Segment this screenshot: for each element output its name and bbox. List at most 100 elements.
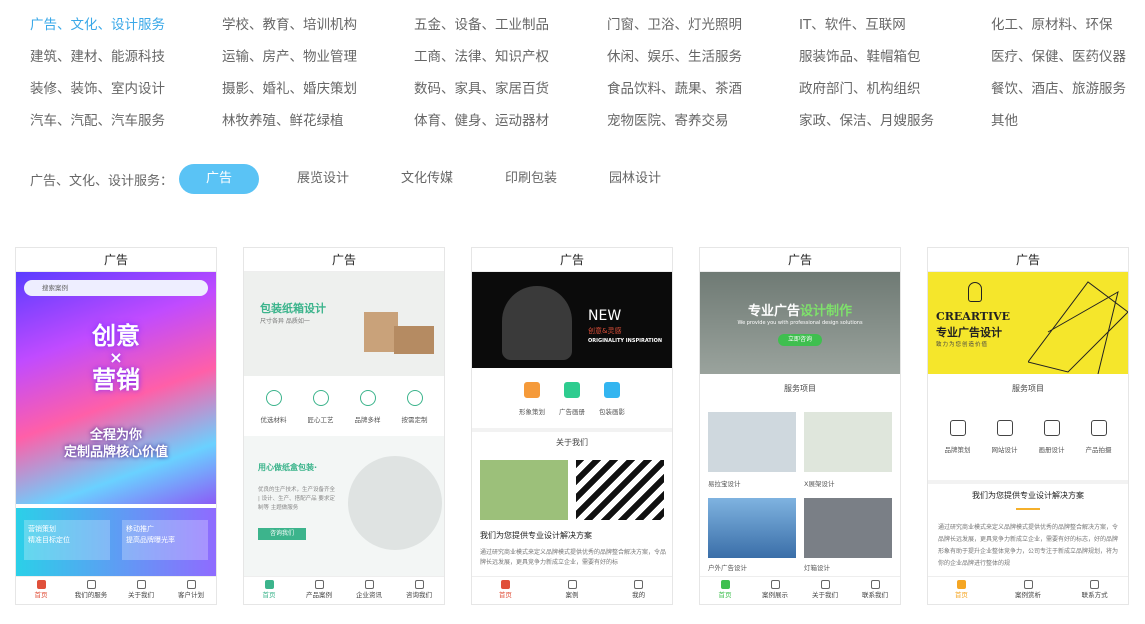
category-link[interactable]: 装修、装饰、室内设计 bbox=[30, 79, 222, 99]
tab-home[interactable]: 首页 bbox=[472, 577, 539, 604]
consult-button[interactable]: 立即咨询 bbox=[778, 334, 822, 346]
card-preview: CREARTIVE 专业广告设计 致力为您创造价值 服务项目 品牌策划 网站设计… bbox=[928, 272, 1128, 576]
grid-icon bbox=[1023, 580, 1033, 589]
hero-subtitle: 尺寸各异 品质如一 bbox=[260, 318, 310, 325]
template-card-2[interactable]: 广告 包装纸箱设计 尺寸各异 品质如一 优选材料 匠心工艺 品牌多样 按需定制 … bbox=[243, 247, 445, 605]
category-link[interactable]: 政府部门、机构组织 bbox=[799, 79, 991, 99]
card-title: 广告 bbox=[16, 248, 216, 272]
card-preview: 专业广告设计制作 We provide you with professiona… bbox=[700, 272, 900, 576]
template-card-5[interactable]: 广告 CREARTIVE 专业广告设计 致力为您创造价值 服务项目 品牌策划 网… bbox=[927, 247, 1129, 605]
tab-contact[interactable]: 联系我们 bbox=[850, 577, 900, 604]
subtab-print-packaging[interactable]: 印刷包装 bbox=[479, 164, 583, 194]
tab-label: 联系我们 bbox=[862, 591, 888, 599]
category-link[interactable]: 五金、设备、工业制品 bbox=[414, 15, 607, 35]
feature-album[interactable]: 画册设计 bbox=[1039, 420, 1065, 454]
subtab-culture-media[interactable]: 文化传媒 bbox=[375, 164, 479, 194]
category-link[interactable]: 汽车、汽配、汽车服务 bbox=[30, 111, 222, 131]
category-link[interactable]: 宠物医院、寄养交易 bbox=[607, 111, 799, 131]
promo-section: 用心做纸盒包装· 优良的生产技术，生产设备齐全 | 设计、生产、搭配产品 要求定… bbox=[244, 436, 444, 576]
template-card-4[interactable]: 广告 专业广告设计制作 We provide you with professi… bbox=[699, 247, 901, 605]
box-marketing-title: 营销策划 bbox=[28, 525, 56, 533]
hero-slogan-1: 全程为你 bbox=[89, 428, 142, 443]
category-link[interactable]: 摄影、婚礼、婚庆策划 bbox=[222, 79, 414, 99]
tab-label: 我的 bbox=[632, 591, 646, 599]
category-link[interactable]: 学校、教育、培训机构 bbox=[222, 15, 414, 35]
feature-brochure[interactable]: 广告画册 bbox=[559, 382, 585, 416]
tab-cases[interactable]: 案例 bbox=[539, 577, 606, 604]
tab-services[interactable]: 我们的服务 bbox=[66, 577, 116, 604]
feature-craft[interactable]: 匠心工艺 bbox=[308, 390, 334, 424]
feature-image-plan[interactable]: 形象策划 bbox=[519, 382, 545, 416]
feature-packaging[interactable]: 包装画影 bbox=[599, 382, 625, 416]
search-input[interactable]: 搜索案例 bbox=[24, 280, 208, 296]
geometric-lines-image bbox=[1028, 281, 1128, 374]
category-link[interactable]: 食品饮料、蔬果、茶酒 bbox=[607, 79, 799, 99]
tab-home[interactable]: 首页 bbox=[244, 577, 294, 604]
tab-clients[interactable]: 客户计划 bbox=[166, 577, 216, 604]
feature-material[interactable]: 优选材料 bbox=[261, 390, 287, 424]
grid-icon bbox=[770, 580, 780, 589]
tab-cases[interactable]: 案例赏析 bbox=[995, 577, 1062, 604]
template-card-1[interactable]: 广告 搜索案例 创意 × 营销 全程为你 定制品牌核心价值 营销策划 精准目标定… bbox=[15, 247, 217, 605]
tab-contact[interactable]: 联系方式 bbox=[1061, 577, 1128, 604]
category-link[interactable]: 广告、文化、设计服务 bbox=[30, 15, 222, 35]
feature-label: 包装画影 bbox=[599, 408, 625, 416]
box-marketing[interactable]: 营销策划 精准目标定位 bbox=[24, 520, 110, 560]
box-image bbox=[394, 326, 434, 354]
category-link[interactable]: 化工、原材料、环保 bbox=[991, 15, 1145, 35]
tab-cases[interactable]: 产品案例 bbox=[294, 577, 344, 604]
tab-home[interactable]: 首页 bbox=[16, 577, 66, 604]
template-card-3[interactable]: 广告 NEW 创意&灵感 ORIGINALITY INSPIRATION 形象策… bbox=[471, 247, 673, 605]
box-mobile[interactable]: 移动推广 提高品牌曝光率 bbox=[122, 520, 208, 560]
item-label: 易拉宝设计 bbox=[708, 480, 741, 488]
feature-custom[interactable]: 按需定制 bbox=[402, 390, 428, 424]
subtab-garden-design[interactable]: 园林设计 bbox=[583, 164, 687, 194]
feature-label: 匠心工艺 bbox=[307, 416, 334, 424]
item-label: 灯箱设计 bbox=[804, 564, 830, 572]
portrait-image bbox=[502, 286, 572, 360]
book-icon bbox=[1043, 420, 1060, 436]
service-boxes: 营销策划 精准目标定位 移动推广 提高品牌曝光率 bbox=[16, 508, 216, 576]
subtab-advertising[interactable]: 广告 bbox=[179, 164, 260, 194]
card-title: 广告 bbox=[472, 248, 672, 272]
category-link[interactable]: IT、软件、互联网 bbox=[799, 15, 991, 35]
tab-news[interactable]: 企业资讯 bbox=[344, 577, 394, 604]
category-link[interactable]: 数码、家具、家居百货 bbox=[414, 79, 607, 99]
feature-photo[interactable]: 产品拍摄 bbox=[1086, 420, 1112, 454]
feature-label: 品牌策划 bbox=[944, 446, 971, 454]
category-link[interactable]: 建筑、建材、能源科技 bbox=[30, 47, 222, 67]
promo-text: 优良的生产技术，生产设备齐全 | 设计、生产、搭配产品 要求定制等 主题做服务 bbox=[258, 487, 336, 511]
category-link[interactable]: 门窗、卫浴、灯光照明 bbox=[607, 15, 799, 35]
category-link[interactable]: 其他 bbox=[991, 111, 1145, 131]
book-icon bbox=[564, 382, 580, 398]
tab-cases[interactable]: 案例展示 bbox=[750, 577, 800, 604]
category-link[interactable]: 服装饰品、鞋帽箱包 bbox=[799, 47, 991, 67]
feature-web[interactable]: 网站设计 bbox=[992, 420, 1018, 454]
tab-contact[interactable]: 咨询我们 bbox=[394, 577, 444, 604]
star-icon bbox=[524, 382, 540, 398]
leaf-icon bbox=[265, 390, 282, 406]
category-link[interactable]: 休闲、娱乐、生活服务 bbox=[607, 47, 799, 67]
category-link[interactable]: 运输、房产、物业管理 bbox=[222, 47, 414, 67]
box-mobile-sub: 提高品牌曝光率 bbox=[126, 536, 175, 544]
hero-new-en: ORIGINALITY INSPIRATION bbox=[588, 338, 663, 344]
grid-icon bbox=[359, 390, 376, 406]
category-link[interactable]: 家政、保洁、月嫂服务 bbox=[799, 111, 991, 131]
category-link[interactable]: 林牧养殖、鲜花绿植 bbox=[222, 111, 414, 131]
tab-me[interactable]: 我的 bbox=[605, 577, 672, 604]
category-link[interactable]: 体育、健身、运动器材 bbox=[414, 111, 607, 131]
tab-home[interactable]: 首页 bbox=[700, 577, 750, 604]
xstand-image bbox=[804, 412, 892, 472]
sub-category-label: 广告、文化、设计服务： bbox=[30, 173, 174, 189]
tab-about[interactable]: 关于我们 bbox=[116, 577, 166, 604]
tab-home[interactable]: 首页 bbox=[928, 577, 995, 604]
category-link[interactable]: 餐饮、酒店、旅游服务 bbox=[991, 79, 1145, 99]
feature-brand[interactable]: 品牌策划 bbox=[945, 420, 971, 454]
category-link[interactable]: 工商、法律、知识产权 bbox=[414, 47, 607, 67]
category-link[interactable]: 医疗、保健、医药仪器 bbox=[991, 47, 1145, 67]
tab-about[interactable]: 关于我们 bbox=[800, 577, 850, 604]
contact-button[interactable]: 咨询我们 bbox=[258, 528, 306, 540]
subtab-exhibition-design[interactable]: 展览设计 bbox=[271, 164, 375, 194]
feature-variety[interactable]: 品牌多样 bbox=[355, 390, 381, 424]
feature-label: 广告画册 bbox=[559, 408, 585, 416]
